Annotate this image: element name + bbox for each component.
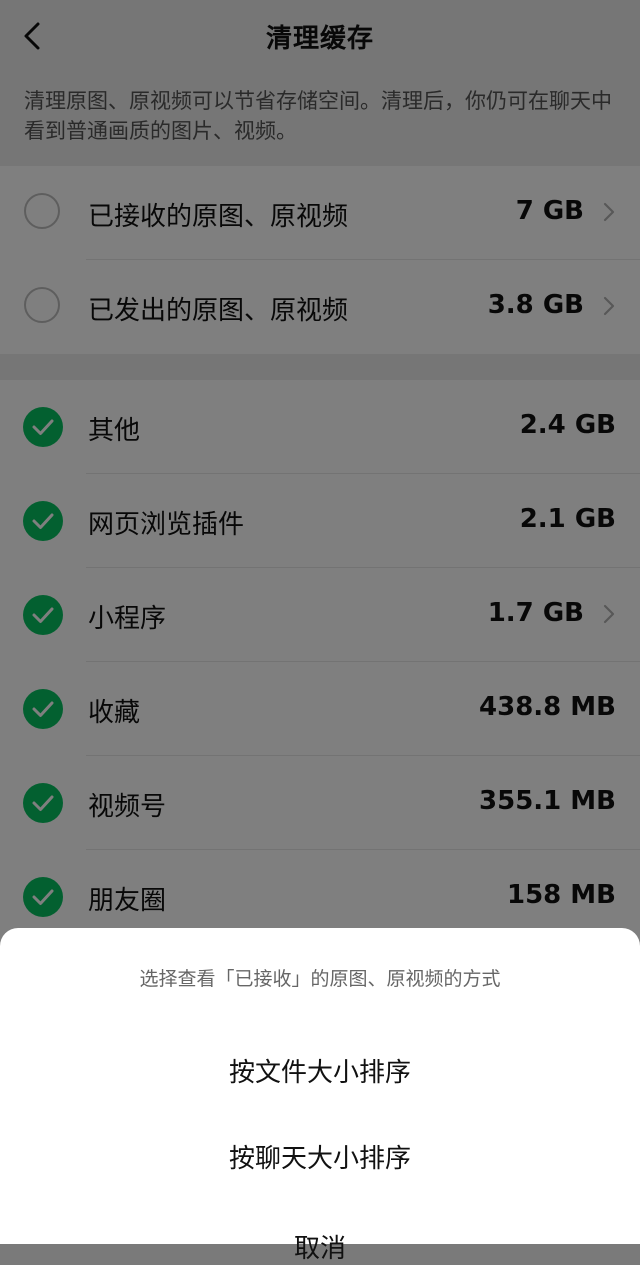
sort-by-chat-size-option[interactable]: 按聊天大小排序: [0, 1138, 640, 1175]
action-sheet: 选择查看「已接收」的原图、原视频的方式 按文件大小排序 按聊天大小排序 取消: [0, 928, 640, 1264]
cancel-button[interactable]: 取消: [0, 1228, 640, 1265]
sort-by-file-size-option[interactable]: 按文件大小排序: [0, 1052, 640, 1089]
action-sheet-title: 选择查看「已接收」的原图、原视频的方式: [139, 968, 501, 990]
